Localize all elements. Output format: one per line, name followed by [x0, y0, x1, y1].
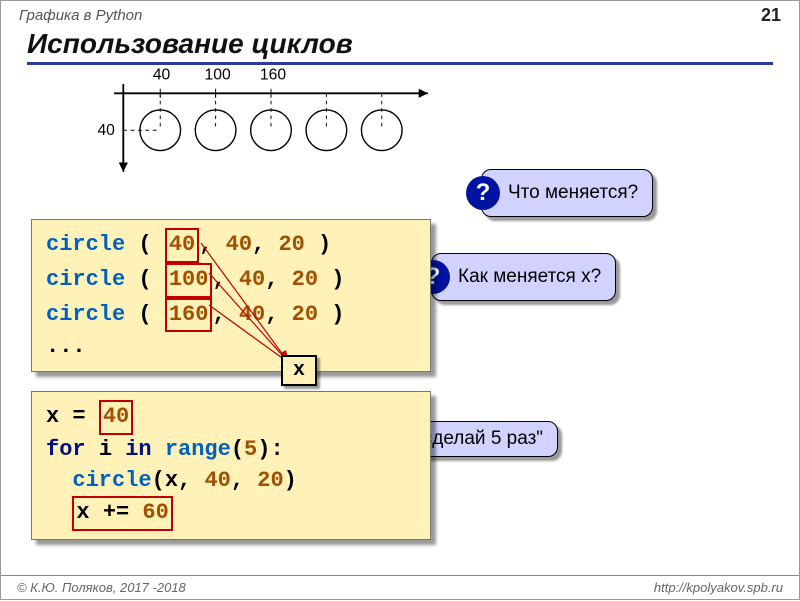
- xtick-1: 100: [205, 66, 231, 83]
- code-block-calls: circle ( 40, 40, 20 ) circle ( 100, 40, …: [31, 219, 431, 372]
- code-block-loop: x = 40 for i in range(5): circle(x, 40, …: [31, 391, 431, 540]
- footer-right: http://kpolyakov.spb.ru: [654, 580, 783, 595]
- page-number: 21: [761, 5, 781, 26]
- axis-diagram: 40 100 160 40: [81, 61, 461, 181]
- code-line-3: circle ( 160, 40, 20 ): [46, 298, 416, 333]
- x-variable-label: x: [281, 355, 317, 386]
- callout3-text: "сделай 5 раз": [416, 428, 543, 449]
- code-line-1: circle ( 40, 40, 20 ): [46, 228, 416, 263]
- loop-line-incr: x += 60: [46, 496, 416, 531]
- header: Графика в Python 21: [1, 1, 799, 26]
- page-title: Использование циклов: [27, 28, 773, 65]
- footer: © К.Ю. Поляков, 2017 -2018 http://kpolya…: [1, 575, 799, 599]
- loop-line-for: for i in range(5):: [46, 435, 416, 466]
- xtick-2: 160: [260, 66, 286, 83]
- callout-what-changes: ? Что меняется?: [481, 169, 653, 217]
- callout-how-x-changes: ? Как меняется x?: [431, 253, 616, 301]
- course-title: Графика в Python: [19, 7, 142, 24]
- code-line-2: circle ( 100, 40, 20 ): [46, 263, 416, 298]
- question-icon: ?: [466, 176, 500, 210]
- callout1-text: Что меняется?: [508, 182, 638, 204]
- slide: Графика в Python 21 Использование циклов…: [0, 0, 800, 600]
- callout2-text: Как меняется x?: [458, 266, 601, 288]
- xtick-0: 40: [153, 66, 171, 83]
- footer-left: © К.Ю. Поляков, 2017 -2018: [17, 580, 186, 595]
- code-line-dots: ...: [46, 332, 416, 363]
- loop-line-call: circle(x, 40, 20): [46, 466, 416, 497]
- ytick-0: 40: [97, 122, 115, 139]
- loop-line-assign: x = 40: [46, 400, 416, 435]
